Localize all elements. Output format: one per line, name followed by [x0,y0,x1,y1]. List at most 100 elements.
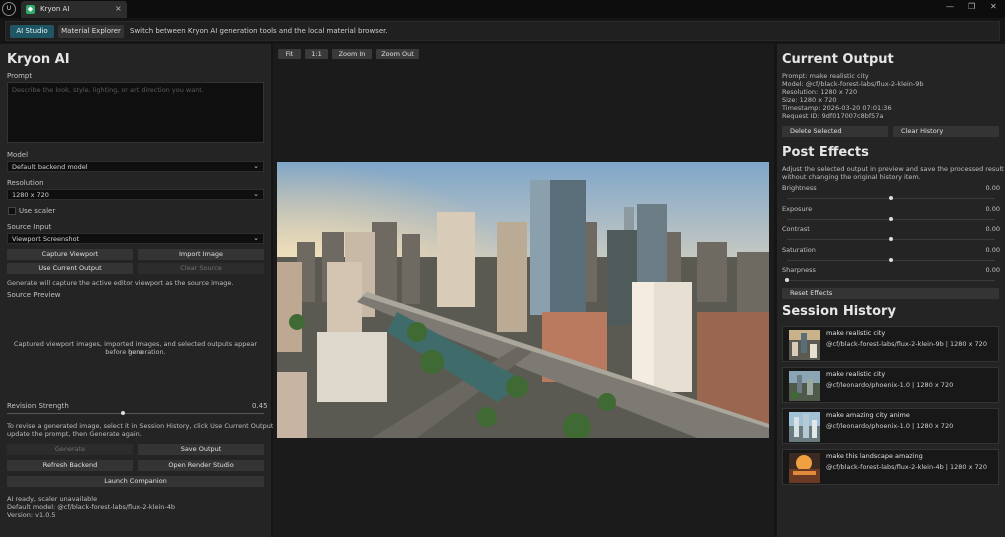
post-effects-desc-2: without changing the original history it… [782,173,921,181]
history-thumbnail [789,453,820,483]
status-line-2: Default model: @cf/black-forest-labs/flu… [7,503,176,511]
effect-label: Sharpness [782,266,816,274]
chevron-down-icon: ⌄ [253,162,259,170]
history-title: make amazing city anime [826,411,910,419]
open-render-studio-button[interactable]: Open Render Studio [138,460,264,471]
effect-label: Contrast [782,225,810,233]
output-timestamp: Timestamp: 2026-03-20 07:01:36 [782,104,892,112]
source-input-label: Source Input [7,223,52,231]
toolbar-description: Switch between Kryon AI generation tools… [130,27,388,35]
reset-effects-button[interactable]: Reset Effects [782,288,999,299]
status-line-1: AI ready, scaler unavailable [7,495,98,503]
history-subtitle: @cf/leonardo/phoenix-1.0 | 1280 x 720 [826,422,954,430]
output-preview-image[interactable] [277,162,769,438]
save-output-button[interactable]: Save Output [138,444,264,455]
import-image-button[interactable]: Import Image [138,249,264,260]
source-preview-empty-text-2: before generation. [105,348,166,356]
source-note: Generate will capture the active editor … [7,279,234,287]
output-model: Model: @cf/black-forest-labs/flux-2-klei… [782,80,924,88]
chevron-down-icon: ⌄ [253,234,259,242]
clear-history-button[interactable]: Clear History [893,126,999,137]
kryon-tab-icon: ◆ [26,5,35,14]
effect-label: Saturation [782,246,816,254]
chevron-down-icon: ⌄ [253,190,259,198]
effect-slider-handle[interactable] [889,258,893,262]
history-thumbnail [789,412,820,442]
history-title: make realistic city [826,329,886,337]
effect-slider-handle[interactable] [889,196,893,200]
maximize-icon[interactable]: ❐ [968,2,975,11]
history-subtitle: @cf/black-forest-labs/flux-2-klein-9b | … [826,340,987,348]
use-scaler-label: Use scaler [19,207,56,215]
fit-button[interactable]: Fit [278,49,301,59]
effect-row-saturation: Saturation 0.00 [782,246,1000,264]
post-effects-title: Post Effects [782,145,869,160]
output-request-id: Request ID: 9df017007c8bf57a [782,112,884,120]
minimize-icon[interactable]: — [946,2,954,11]
refresh-backend-button[interactable]: Refresh Backend [7,460,133,471]
generate-button[interactable]: Generate [7,444,133,455]
session-history-title: Session History [782,304,896,319]
source-input-select[interactable]: Viewport Screenshot ⌄ [7,233,264,244]
resolution-label: Resolution [7,179,44,187]
title-bar: U ◆ Kryon AI × — ❐ ✕ [0,0,1005,18]
launch-companion-button[interactable]: Launch Companion [7,476,264,487]
effect-label: Exposure [782,205,813,213]
output-resolution: Resolution: 1280 x 720 [782,88,858,96]
history-thumbnail [789,371,820,401]
tab-label: Kryon AI [40,5,70,13]
history-subtitle: @cf/leonardo/phoenix-1.0 | 1280 x 720 [826,381,954,389]
effect-value: 0.00 [985,246,1000,254]
model-label: Model [7,151,29,159]
effect-slider-handle[interactable] [889,237,893,241]
app-logo-icon: U [2,2,16,16]
revise-note-2: update the prompt, then Generate again. [7,430,142,438]
capture-viewport-button[interactable]: Capture Viewport [7,249,133,260]
resolution-select[interactable]: 1280 x 720 ⌄ [7,189,264,200]
history-item[interactable]: make realistic city @cf/black-forest-lab… [782,326,999,362]
history-title: make this landscape amazing [826,452,923,460]
revision-strength-handle[interactable] [121,411,125,415]
prompt-label: Prompt [7,72,33,80]
tab-close-icon[interactable]: × [115,4,122,13]
effect-value: 0.00 [985,266,1000,274]
ai-studio-tab[interactable]: AI Studio [10,25,54,38]
panel-title: Kryon AI [7,52,70,67]
effect-slider-handle[interactable] [785,278,789,282]
history-subtitle: @cf/black-forest-labs/flux-2-klein-4b | … [826,463,987,471]
effect-slider[interactable] [787,280,995,281]
history-item[interactable]: make this landscape amazing @cf/black-fo… [782,449,999,485]
actual-size-button[interactable]: 1:1 [305,49,328,59]
revision-strength-label: Revision Strength [7,402,69,410]
revision-strength-slider[interactable] [7,413,264,414]
effect-row-exposure: Exposure 0.00 [782,205,1000,223]
effect-value: 0.00 [985,184,1000,192]
zoom-in-button[interactable]: Zoom In [332,49,372,59]
close-window-icon[interactable]: ✕ [990,2,997,11]
history-title: make realistic city [826,370,886,378]
effect-value: 0.00 [985,205,1000,213]
prompt-input[interactable]: Describe the look, style, lighting, or a… [7,82,264,143]
prompt-placeholder: Describe the look, style, lighting, or a… [12,86,204,94]
model-select[interactable]: Default backend model ⌄ [7,161,264,172]
document-tab[interactable]: ◆ Kryon AI × [21,1,127,18]
history-thumbnail [789,330,820,360]
output-size: Size: 1280 x 720 [782,96,837,104]
use-current-output-button[interactable]: Use Current Output [7,263,133,274]
mode-toolbar: AI Studio Material Explorer Switch betwe… [5,21,1000,41]
current-output-title: Current Output [782,52,894,67]
zoom-out-button[interactable]: Zoom Out [376,49,419,59]
revise-note-1: To revise a generated image, select it i… [7,422,276,430]
use-scaler-checkbox[interactable] [8,207,16,215]
output-prompt: Prompt: make realistic city [782,72,869,80]
delete-selected-button[interactable]: Delete Selected [782,126,888,137]
source-preview-label: Source Preview [7,291,61,299]
post-effects-desc-1: Adjust the selected output in preview an… [782,165,1004,173]
effect-slider-handle[interactable] [889,217,893,221]
status-line-3: Version: v1.0.5 [7,511,56,519]
history-item[interactable]: make amazing city anime @cf/leonardo/pho… [782,408,999,444]
source-input-value: Viewport Screenshot [12,235,80,243]
history-item[interactable]: make realistic city @cf/leonardo/phoenix… [782,367,999,403]
clear-source-button[interactable]: Clear Source [138,263,264,274]
material-explorer-tab[interactable]: Material Explorer [58,25,124,38]
